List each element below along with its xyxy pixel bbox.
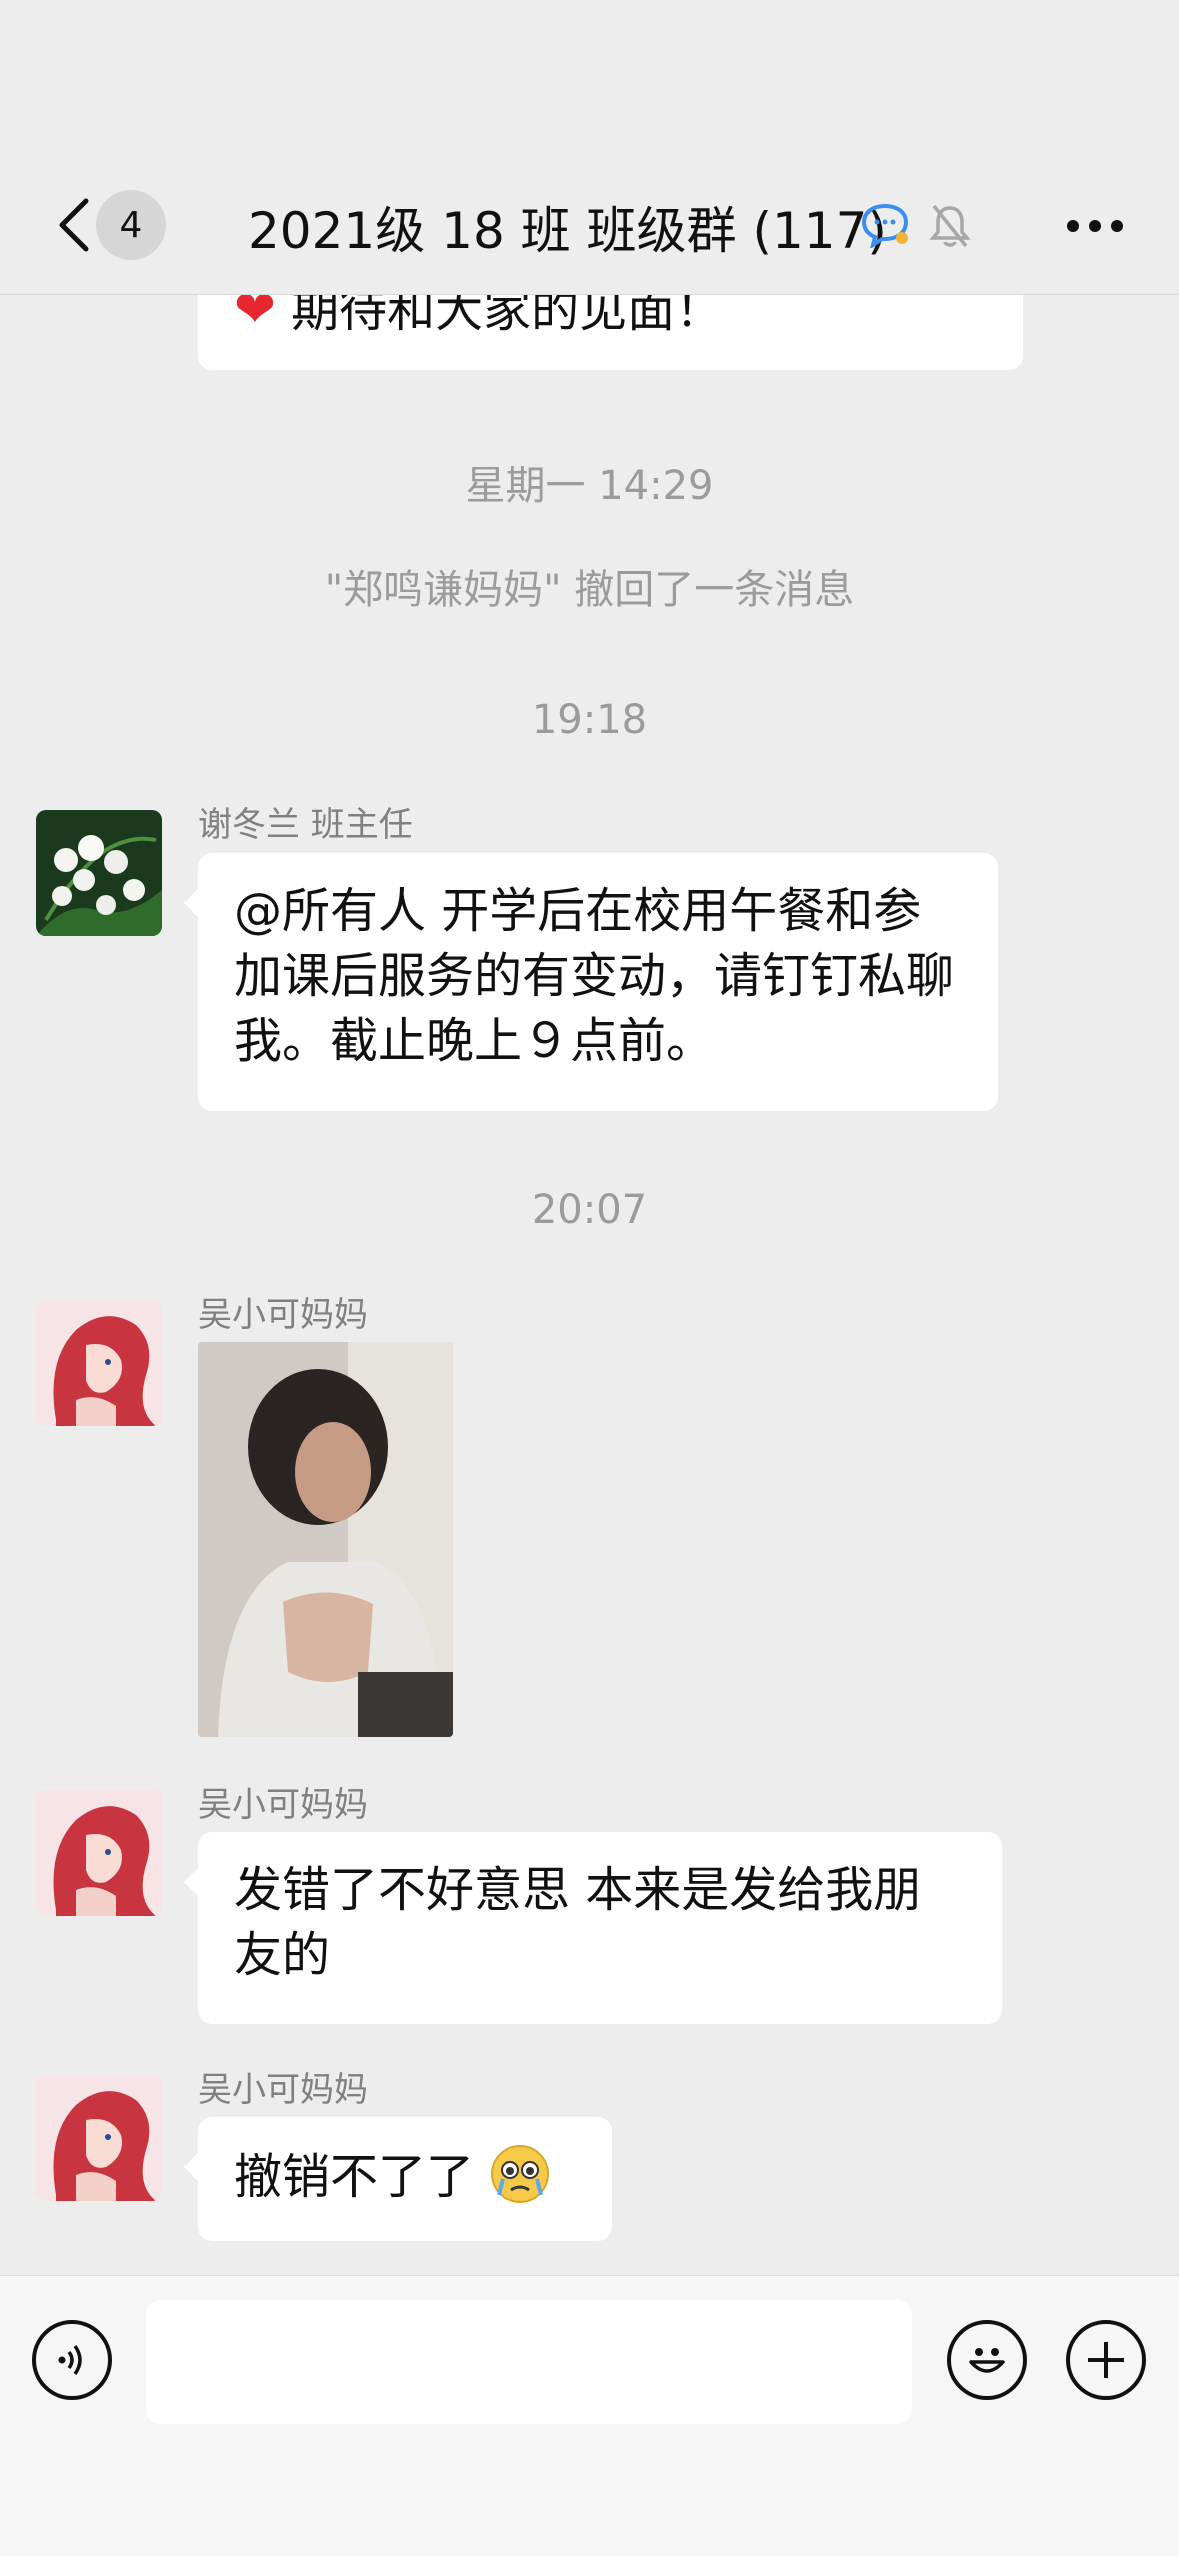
more-dots-icon	[1067, 220, 1123, 232]
title-status-icons	[860, 200, 972, 250]
image-message[interactable]	[198, 1342, 453, 1737]
avatar[interactable]	[36, 1300, 162, 1426]
message-bubble[interactable]: 发错了不好意思 本来是发给我朋友的	[184, 1832, 1002, 2024]
sender-name: 谢冬兰 班主任	[198, 805, 413, 845]
timestamp: 19:18	[531, 697, 648, 743]
message-text: @所有人 开学后在校用午餐和参加课后服务的有变动，请钉钉私聊我。截止晚上９点前。	[234, 883, 955, 1069]
emoji-button[interactable]	[947, 2320, 1027, 2400]
cartoon-mermaid-avatar-icon	[36, 1790, 162, 1916]
timestamp: 星期一 14:29	[465, 463, 714, 509]
sender-name: 吴小可妈妈	[198, 1785, 368, 1825]
chat-header: 4 2021级 18 班 班级群 (117)	[0, 0, 1179, 295]
message-bubble[interactable]: @所有人 开学后在校用午餐和参加课后服务的有变动，请钉钉私聊我。截止晚上９点前。	[184, 853, 998, 1111]
chat-screen: 4 2021级 18 班 班级群 (117) ❤ 期待和大家的见面！ 星期一 1…	[0, 0, 1179, 2556]
message-bubble[interactable]: 撤销不了了	[184, 2117, 612, 2241]
voice-button[interactable]	[32, 2320, 112, 2400]
lily-flower-avatar-icon	[36, 810, 162, 936]
chat-title[interactable]: 2021级 18 班 班级群 (117)	[248, 192, 887, 262]
chat-bubble-icon	[861, 203, 909, 248]
message-text: 撤销不了了	[234, 2149, 475, 2205]
message-input[interactable]	[146, 2300, 912, 2424]
message-text: 发错了不好意思 本来是发给我朋友的	[234, 1862, 922, 1983]
sender-name: 吴小可妈妈	[198, 1295, 368, 1335]
emoji-icon	[969, 2348, 1005, 2373]
crying-emoji-icon	[491, 2145, 550, 2203]
avatar[interactable]	[36, 1790, 162, 1916]
photo-thumbnail-icon	[198, 1342, 453, 1737]
input-bar	[0, 2275, 1179, 2556]
message-list[interactable]: ❤ 期待和大家的见面！ 星期一 14:29 "郑鸣谦妈妈" 撤回了一条消息 19…	[0, 255, 1179, 2275]
more-button[interactable]	[1060, 196, 1130, 256]
avatar[interactable]	[36, 810, 162, 936]
recall-notice: "郑鸣谦妈妈" 撤回了一条消息	[324, 567, 855, 613]
back-button[interactable]	[44, 190, 104, 260]
sender-name: 吴小可妈妈	[198, 2070, 368, 2110]
muted-bell-icon	[929, 204, 971, 248]
more-functions-button[interactable]	[1066, 2320, 1146, 2400]
back-chevron-icon	[59, 198, 89, 252]
cartoon-mermaid-avatar-icon	[36, 2075, 162, 2201]
cartoon-mermaid-avatar-icon	[36, 1300, 162, 1426]
avatar[interactable]	[36, 2075, 162, 2201]
unread-count-badge[interactable]: 4	[96, 190, 166, 260]
plus-icon	[1088, 2342, 1124, 2378]
timestamp: 20:07	[531, 1187, 648, 1233]
voice-icon	[58, 2344, 82, 2376]
